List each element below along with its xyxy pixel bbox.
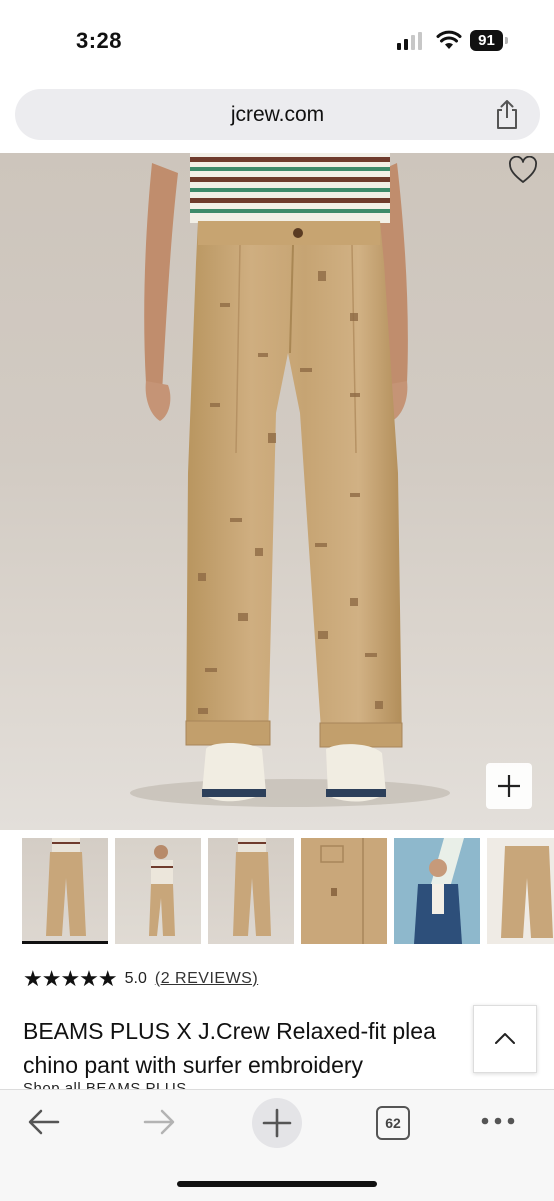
product-main-image[interactable]	[0, 153, 554, 830]
wifi-icon	[436, 30, 462, 49]
rating-summary: ★★★★★ 5.0 (2 REVIEWS)	[23, 965, 258, 993]
arrow-right-icon[interactable]	[141, 1104, 177, 1140]
plus-icon	[262, 1108, 292, 1138]
thumbnail-5[interactable]	[394, 838, 480, 944]
product-title: BEAMS PLUS X J.Crew Relaxed-fit plea chi…	[23, 1014, 473, 1082]
tabs-icon[interactable]: 62	[376, 1106, 410, 1140]
status-time: 3:28	[76, 28, 123, 53]
thumbnail-1[interactable]	[22, 838, 108, 944]
home-indicator	[177, 1181, 377, 1187]
battery-icon: 91	[470, 30, 510, 52]
cellular-signal-icon	[397, 32, 422, 50]
status-bar: 3:28 91	[0, 0, 554, 82]
pants-illustration	[130, 153, 450, 807]
product-title-line-1: BEAMS PLUS X J.Crew Relaxed-fit plea	[23, 1018, 436, 1044]
thumbnail-4[interactable]	[301, 838, 387, 944]
thumbnail-3[interactable]	[208, 838, 294, 944]
brand-link[interactable]: Shop all BEAMS PLUS	[23, 1080, 187, 1089]
more-icon[interactable]	[481, 1116, 515, 1126]
rating-value: 5.0	[124, 970, 147, 987]
product-title-line-2: chino pant with surfer embroidery	[23, 1052, 364, 1078]
new-tab-button[interactable]	[252, 1098, 302, 1148]
zoom-button[interactable]	[486, 763, 532, 809]
url-text[interactable]: jcrew.com	[15, 89, 540, 140]
share-icon[interactable]	[492, 99, 522, 131]
thumbnail-6[interactable]	[487, 838, 554, 944]
scroll-to-top-button[interactable]	[473, 1005, 537, 1073]
thumbnail-strip	[0, 838, 554, 948]
chevron-up-icon	[495, 1033, 515, 1044]
heart-icon[interactable]	[508, 156, 538, 184]
plus-icon	[498, 775, 520, 797]
thumbnail-selected-indicator	[22, 941, 108, 944]
star-rating-icon: ★★★★★	[23, 966, 118, 991]
thumbnail-2[interactable]	[115, 838, 201, 944]
address-bar[interactable]: jcrew.com	[15, 89, 540, 140]
battery-level: 91	[470, 30, 503, 51]
reviews-link[interactable]: (2 REVIEWS)	[155, 970, 258, 988]
arrow-left-icon[interactable]	[26, 1104, 62, 1140]
